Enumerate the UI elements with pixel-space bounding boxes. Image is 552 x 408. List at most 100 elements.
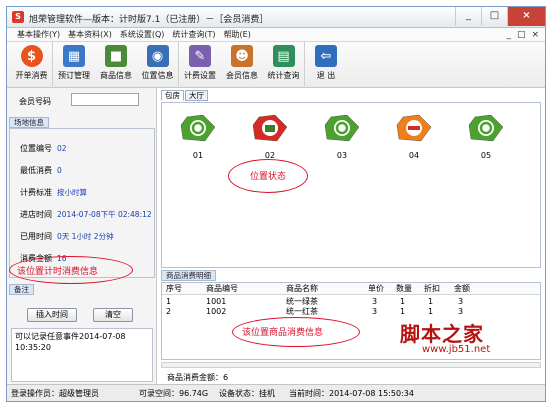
info-row-billing: 计费标准 按小时算 bbox=[20, 188, 87, 197]
seat-free-icon bbox=[468, 114, 504, 142]
info-row-seat-no: 位置编号 02 bbox=[20, 144, 67, 153]
close-icon[interactable]: × bbox=[507, 7, 545, 26]
menu-bar: 基本操作(Y) 基本资料(X) 系统设置(Q) 统计查询(T) 帮助(E) _ □ × bbox=[7, 28, 545, 42]
seat-number: 03 bbox=[336, 151, 348, 160]
menu-item-5[interactable]: 帮助(E) bbox=[220, 28, 255, 41]
status-operator: 登录操作员：超级管理员 bbox=[11, 389, 99, 398]
toolbar-button-4[interactable]: ◉ 位置信息 bbox=[137, 42, 179, 86]
site-info-title: 场地信息 bbox=[9, 117, 49, 128]
seat-free-icon bbox=[324, 114, 360, 142]
seat-occupied-icon bbox=[252, 114, 288, 142]
info-row-min-consumption: 最低消费 0 bbox=[20, 166, 62, 175]
app-icon: S bbox=[12, 11, 24, 23]
member-no-label: 会员号码 bbox=[19, 97, 51, 106]
menu-item-1[interactable]: 基本操作(Y) bbox=[13, 28, 64, 41]
toolbar-label: 会员信息 bbox=[226, 71, 258, 80]
seat-03[interactable]: 03 bbox=[322, 113, 362, 160]
table-cell: 1 bbox=[400, 307, 406, 316]
seat-grid: 位置状态 01 02 03 04 05 bbox=[161, 102, 541, 268]
toolbar-button-1[interactable]: $ 开单消费 bbox=[11, 42, 53, 86]
timing-annotation-text: 该位置计时消费信息 bbox=[17, 267, 99, 277]
toolbar: $ 开单消费 ▦ 预订管理 ■ 商品信息 ◉ 位置信息 ✎ 计费设置 ☻ 会员信息 ▤ 统计查询 ⇦ 退 出 bbox=[7, 42, 545, 88]
toolbar-button-5[interactable]: ✎ 计费设置 bbox=[179, 42, 221, 86]
mdi-restore-icon[interactable]: □ bbox=[517, 29, 526, 41]
table-cell: 3 bbox=[458, 307, 464, 316]
status-annotation-text: 位置状态 bbox=[250, 172, 287, 182]
goods-column-header[interactable]: 金额 bbox=[454, 283, 470, 294]
seat-04[interactable]: 04 bbox=[394, 113, 434, 160]
table-cell: 1 bbox=[428, 307, 434, 316]
tab-private-room[interactable]: 包房 bbox=[161, 90, 184, 101]
watermark-title: 脚本之家 bbox=[400, 322, 484, 346]
toolbar-label: 开单消费 bbox=[15, 71, 48, 80]
seat-02[interactable]: 02 bbox=[250, 113, 290, 160]
seat-number: 04 bbox=[408, 151, 420, 160]
toolbar-button-7[interactable]: ▤ 统计查询 bbox=[263, 42, 305, 86]
table-cell: 1002 bbox=[206, 307, 227, 316]
tab-hall[interactable]: 大厅 bbox=[185, 90, 208, 101]
goods-column-header[interactable]: 单价 bbox=[368, 283, 384, 294]
toolbar-button-6[interactable]: ☻ 会员信息 bbox=[221, 42, 263, 86]
notes-textarea[interactable]: 可以记录任意事件2014-07-08 10:35:20 bbox=[11, 328, 153, 382]
goods-column-header[interactable]: 折扣 bbox=[424, 283, 440, 294]
toolbar-button-2[interactable]: ▦ 预订管理 bbox=[53, 42, 95, 86]
insert-time-button[interactable]: 插入时间 bbox=[27, 308, 77, 322]
toolbar-label: 商品信息 bbox=[100, 71, 132, 80]
left-panel: 会员号码 场地信息 位置编号 02 最低消费 0 计费标准 按小时算 进店时间 2014… bbox=[7, 88, 157, 384]
member-no-input[interactable] bbox=[71, 93, 139, 106]
goods-annotation-text: 该位置商品消费信息 bbox=[242, 328, 324, 338]
toolbar-button-8[interactable]: ⇦ 退 出 bbox=[305, 42, 347, 86]
menu-item-4[interactable]: 统计查询(T) bbox=[168, 28, 219, 41]
area-tabs: 包房 大厅 bbox=[161, 90, 209, 101]
clear-button[interactable]: 清空 bbox=[93, 308, 133, 322]
info-row-elapsed: 已用时间 0天 1小时 2分钟 bbox=[20, 232, 114, 241]
goods-total: 商品消费金额：6 bbox=[167, 373, 229, 382]
window-title: 旭荣管理软件—版本：计时版7.1（已注册）－［会员消费］ bbox=[29, 15, 269, 25]
location-icon: ◉ bbox=[146, 45, 169, 67]
status-space: 可录空间：96.74G bbox=[139, 389, 209, 398]
table-cell: 3 bbox=[372, 307, 378, 316]
toolbar-label: 计费设置 bbox=[184, 71, 216, 80]
menu-item-3[interactable]: 系统设置(Q) bbox=[116, 28, 169, 41]
goods-column-header[interactable]: 商品名称 bbox=[286, 283, 318, 294]
seat-disabled-icon bbox=[396, 114, 432, 142]
product-icon: ■ bbox=[105, 45, 127, 67]
window-controls: _ □ × bbox=[455, 7, 545, 26]
billing-icon: ✎ bbox=[189, 45, 211, 67]
maximize-icon[interactable]: □ bbox=[481, 7, 507, 26]
watermark: 脚本之家 www.jb51.net bbox=[400, 318, 540, 378]
goods-table-header: 序号 商品编号 商品名称 单价 数量 折扣 金额 bbox=[162, 283, 540, 295]
table-cell: 2 bbox=[166, 307, 172, 316]
seat-05[interactable]: 05 bbox=[466, 113, 506, 160]
goods-detail-title: 商品消费明细 bbox=[161, 270, 216, 281]
minimize-icon[interactable]: _ bbox=[455, 7, 481, 26]
seat-number: 05 bbox=[480, 151, 492, 160]
mdi-close-icon[interactable]: × bbox=[531, 29, 539, 41]
status-device: 设备状态：挂机 bbox=[219, 389, 275, 398]
stats-icon: ▤ bbox=[272, 45, 295, 67]
calendar-icon: ▦ bbox=[63, 45, 85, 67]
seat-number: 01 bbox=[192, 151, 204, 160]
mdi-minimize-icon[interactable]: _ bbox=[506, 29, 511, 41]
status-time: 当前时间：2014-07-08 15:50:34 bbox=[289, 389, 414, 398]
coin-icon: $ bbox=[20, 45, 43, 67]
table-cell: 统一红茶 bbox=[286, 307, 318, 316]
toolbar-label: 预订管理 bbox=[58, 71, 90, 80]
goods-column-header[interactable]: 商品编号 bbox=[206, 283, 238, 294]
seat-01[interactable]: 01 bbox=[178, 113, 218, 160]
notes-title: 备注 bbox=[9, 284, 34, 295]
toolbar-button-3[interactable]: ■ 商品信息 bbox=[95, 42, 137, 86]
title-bar[interactable]: S 旭荣管理软件—版本：计时版7.1（已注册）－［会员消费］ _ □ × bbox=[7, 7, 545, 28]
member-icon: ☻ bbox=[231, 45, 253, 67]
seat-number: 02 bbox=[264, 151, 276, 160]
menu-item-2[interactable]: 基本资料(X) bbox=[64, 28, 116, 41]
seat-free-icon bbox=[180, 114, 216, 142]
goods-column-header[interactable]: 数量 bbox=[396, 283, 412, 294]
watermark-url: www.jb51.net bbox=[422, 344, 491, 355]
goods-column-header[interactable]: 序号 bbox=[166, 283, 182, 294]
status-bar: 登录操作员：超级管理员 可录空间：96.74G 设备状态：挂机 当前时间：201… bbox=[7, 384, 545, 401]
info-row-checkin: 进店时间 2014-07-08下午 02:48:12 bbox=[20, 210, 152, 219]
toolbar-label: 退 出 bbox=[316, 71, 336, 80]
toolbar-label: 位置信息 bbox=[141, 71, 174, 80]
exit-icon: ⇦ bbox=[315, 45, 337, 67]
